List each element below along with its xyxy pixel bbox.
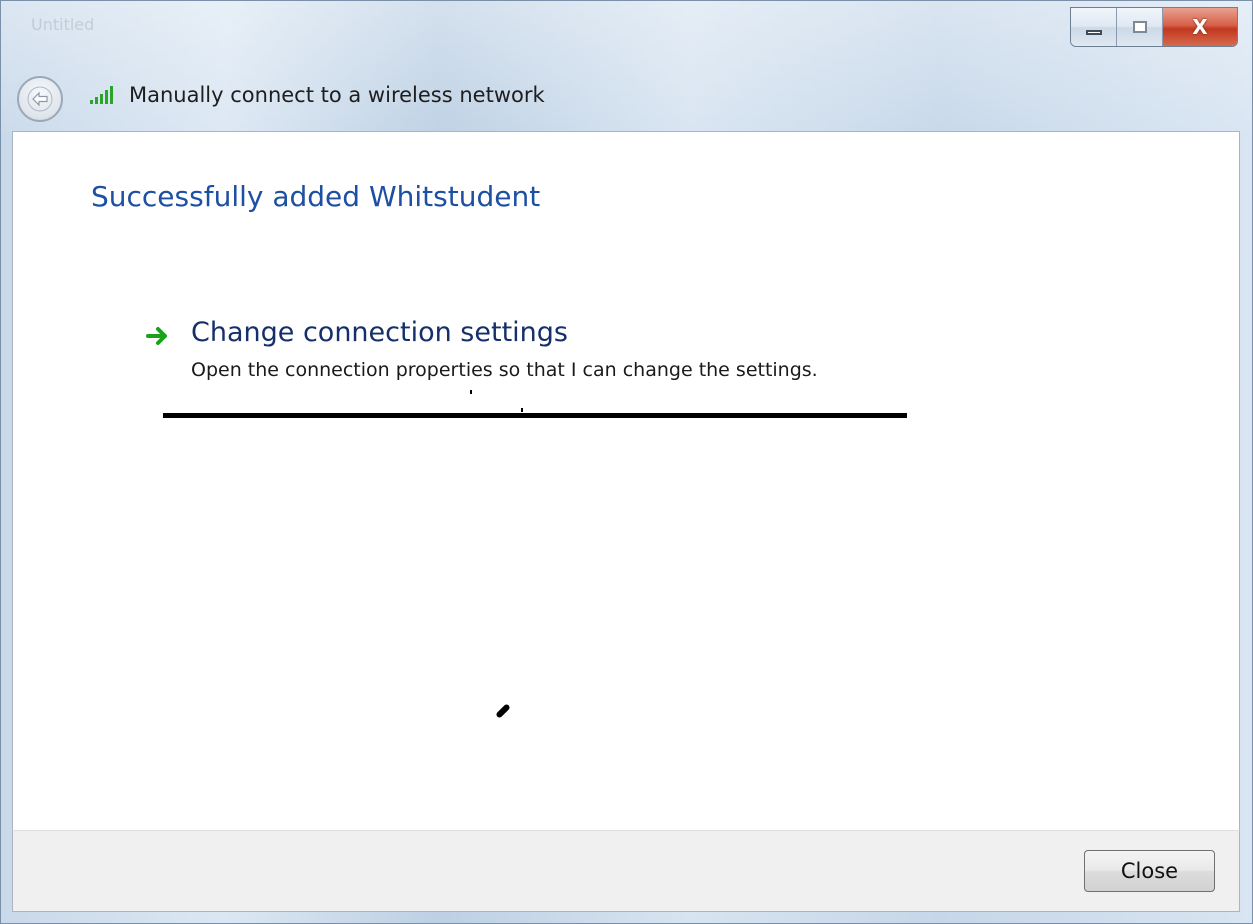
- drawn-line-mark: [163, 413, 907, 418]
- minimize-icon: [1085, 29, 1102, 35]
- back-arrow-icon: [27, 86, 53, 112]
- window-title: Manually connect to a wireless network: [129, 83, 545, 107]
- content-pane: Successfully added Whitstudent Change co…: [12, 131, 1240, 831]
- dialog-window: Untitled X Manually connect to a wireles…: [0, 0, 1253, 924]
- wireless-signal-icon: [90, 86, 113, 104]
- back-button[interactable]: [17, 76, 63, 122]
- minimize-button[interactable]: [1071, 8, 1117, 46]
- stray-mark: [521, 408, 523, 412]
- close-icon: X: [1192, 15, 1208, 39]
- close-button[interactable]: Close: [1084, 850, 1215, 892]
- title-bar-glass: [1, 1, 1252, 131]
- faded-background-title: Untitled: [31, 15, 95, 34]
- page-heading: Successfully added Whitstudent: [91, 180, 541, 213]
- window-close-button[interactable]: X: [1163, 8, 1237, 46]
- green-arrow-icon: [146, 327, 167, 345]
- maximize-button[interactable]: [1117, 8, 1163, 46]
- caption-buttons: X: [1070, 7, 1238, 47]
- stray-mark: [470, 390, 472, 394]
- pen-stroke-mark: [495, 703, 511, 719]
- link-description: Open the connection properties so that I…: [191, 359, 818, 381]
- maximize-icon: [1132, 21, 1147, 33]
- link-title: Change connection settings: [191, 317, 568, 348]
- dialog-footer: Close: [12, 830, 1240, 912]
